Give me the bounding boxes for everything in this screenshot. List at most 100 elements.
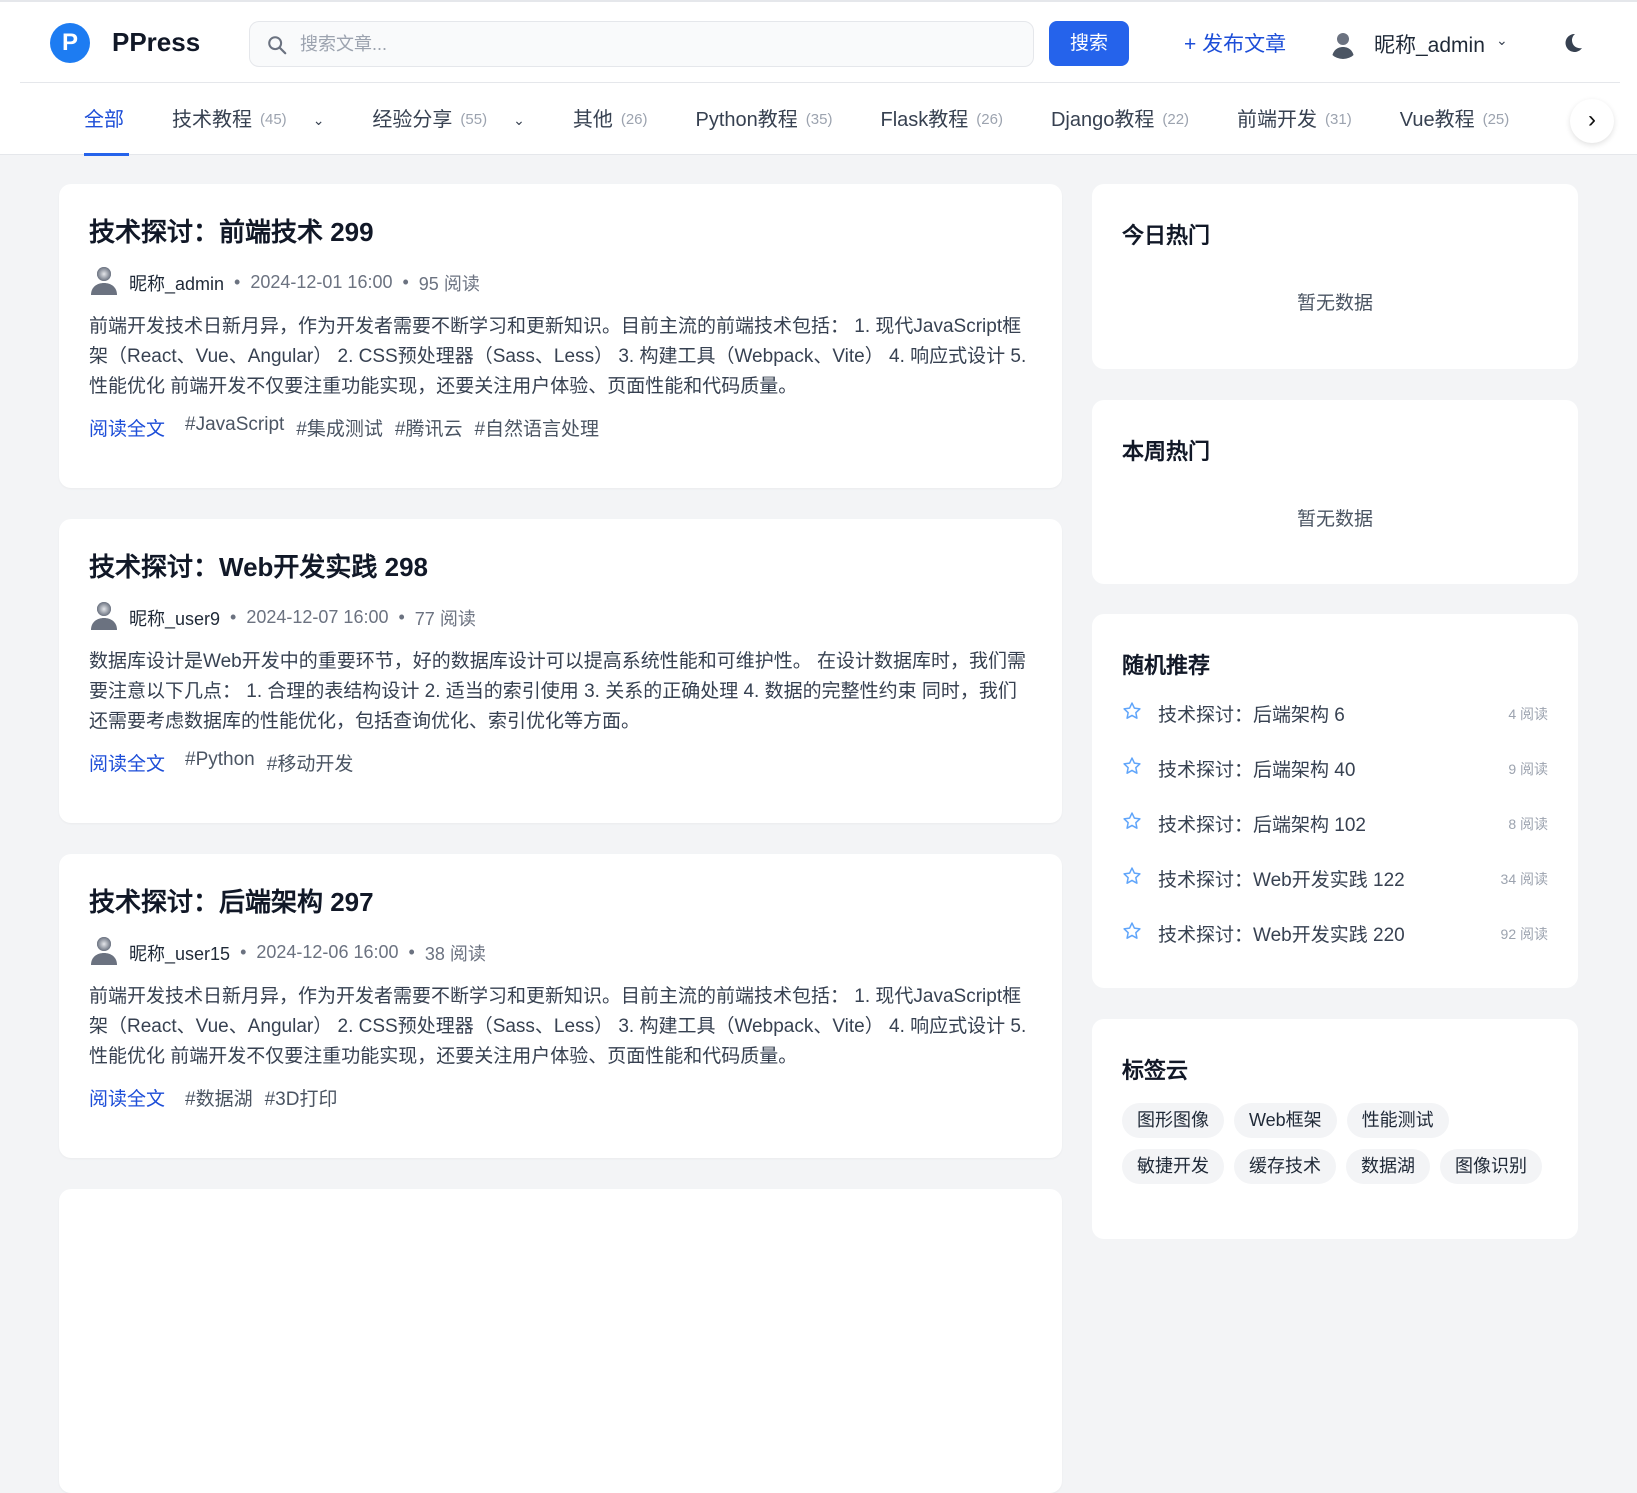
read-more-link[interactable]: 阅读全文 [89,1084,165,1111]
divider [20,82,1620,83]
user-menu[interactable]: 昵称_admin [1374,29,1485,59]
week-hot-card: 本周热门 暂无数据 [1092,400,1578,584]
avatar[interactable] [1327,27,1359,59]
random-item[interactable]: 技术探讨：Web开发实践 12234 阅读 [1122,865,1548,892]
nav-tab[interactable]: 技术教程 (45) ⌄ [172,84,324,156]
nav-tab[interactable]: 经验分享 (55) ⌄ [372,84,524,156]
article-views: 77 阅读 [415,605,476,631]
random-item[interactable]: 技术探讨：后端架构 64 阅读 [1122,700,1548,727]
author-name[interactable]: 昵称_user15 [129,940,230,966]
brand-name[interactable]: PPress [112,27,200,58]
search-button[interactable]: 搜索 [1049,21,1129,66]
chevron-down-icon[interactable]: ⌄ [513,84,525,156]
tag-pill[interactable]: 数据湖 [1346,1149,1430,1184]
nav-tab[interactable]: Vue教程(25) [1400,84,1510,156]
header: P PPress 搜索 + 发布文章 昵称_admin ⌄ 全部技术教程 (45)… [0,0,1637,155]
star-icon [1122,811,1142,837]
random-item-views: 9 阅读 [1508,759,1548,779]
nav-tab-label: 经验分享 [372,84,452,156]
tag-cloud-title: 标签云 [1122,1053,1188,1085]
article-tag[interactable]: #腾讯云 [395,414,463,441]
article-tag[interactable]: #Python [185,749,255,776]
nav-tab[interactable]: Django教程(22) [1051,84,1189,156]
search-icon [266,34,288,56]
read-more-link[interactable]: 阅读全文 [89,749,165,776]
article-views: 95 阅读 [419,270,480,296]
tag-pill[interactable]: 图形图像 [1122,1103,1224,1138]
separator: • [402,272,408,293]
author-name[interactable]: 昵称_admin [129,270,224,296]
article-date: 2024-12-01 16:00 [250,272,392,293]
nav-tab[interactable]: 前端开发 (31) [1237,84,1352,156]
empty-text: 暂无数据 [1092,504,1578,531]
read-more-link[interactable]: 阅读全文 [89,414,165,441]
random-card: 随机推荐 技术探讨：后端架构 64 阅读技术探讨：后端架构 409 阅读技术探讨… [1092,614,1578,988]
random-item-views: 8 阅读 [1508,814,1548,834]
empty-text: 暂无数据 [1092,288,1578,315]
random-item[interactable]: 技术探讨：后端架构 409 阅读 [1122,755,1548,782]
article-tag[interactable]: #集成测试 [296,414,383,441]
chevron-down-icon[interactable]: ⌄ [313,84,325,156]
publish-article-button[interactable]: + 发布文章 [1184,28,1286,58]
article-excerpt: 前端开发技术日新月异，作为开发者需要不断学习和更新知识。目前主流的前端技术包括：… [89,312,1034,402]
article-card: 技术探讨：后端架构 297昵称_user15•2024-12-06 16:00•… [59,854,1062,1158]
author-name[interactable]: 昵称_user9 [129,605,220,631]
nav-tab-count: (26) [621,84,648,156]
nav-tab-label: 前端开发 [1237,84,1317,156]
nav-tab-label: Python教程 [696,84,798,156]
article-card: 技术探讨：前端技术 299 昵称_admin • 2024-12-01 16:00 • 9… [59,184,1062,488]
today-hot-card: 今日热门 暂无数据 [1092,184,1578,369]
random-item-views: 4 阅读 [1508,704,1548,724]
random-item[interactable]: 技术探讨：Web开发实践 22092 阅读 [1122,920,1548,947]
search-input[interactable] [300,22,1000,66]
random-item[interactable]: 技术探讨：后端架构 1028 阅读 [1122,810,1548,837]
separator: • [234,272,240,293]
random-item-views: 34 阅读 [1501,869,1548,889]
chevron-down-icon[interactable]: ⌄ [1496,32,1508,49]
article-tag[interactable]: #自然语言处理 [474,414,599,441]
nav-tab[interactable]: Python教程 (35) [696,84,833,156]
article-meta: 昵称_admin • 2024-12-01 16:00 • 95 阅读 [89,264,480,301]
article-date: 2024-12-06 16:00 [256,942,398,963]
moon-icon[interactable] [1560,31,1584,55]
article-footer: 阅读全文 #Python #移动开发 [89,749,353,776]
tag-cloud-card: 标签云 图形图像 Web框架性能测试敏捷开发缓存技术数据湖图像识别 [1092,1019,1578,1239]
tag-pill[interactable]: Web框架 [1234,1103,1337,1138]
article-card: 技术探讨：Web开发实践 298昵称_user9•2024-12-07 16:0… [59,519,1062,823]
nav-tab[interactable]: 全部 [84,84,124,156]
star-icon [1122,866,1142,892]
article-tag[interactable]: #3D打印 [265,1084,338,1111]
article-title[interactable]: 技术探讨：前端技术 299 [89,212,374,249]
article-title[interactable]: 技术探讨：后端架构 297 [89,882,374,919]
nav-next-button[interactable]: › [1570,99,1614,143]
star-icon [1122,921,1142,947]
article-excerpt: 数据库设计是Web开发中的重要环节，好的数据库设计可以提高系统性能和可维护性。 … [89,647,1034,737]
today-hot-title: 今日热门 [1122,218,1210,250]
tag-pill[interactable]: 图像识别 [1440,1149,1542,1184]
article-views: 38 阅读 [425,940,486,966]
star-icon [1122,701,1142,727]
nav-tab[interactable]: Flask教程(26) [880,84,1002,156]
article-footer: 阅读全文 #数据湖 #3D打印 [89,1084,337,1111]
tag-pill[interactable]: 性能测试 [1347,1103,1449,1138]
random-title: 随机推荐 [1122,648,1210,680]
article-tag[interactable]: #数据湖 [185,1084,253,1111]
nav-tab[interactable]: 其他(26) [573,84,648,156]
nav-tab-count: (35) [806,84,833,156]
article-tag[interactable]: #JavaScript [185,414,284,441]
tag-pill[interactable]: 缓存技术 [1234,1149,1336,1184]
nav-tab-label: 技术教程 [172,84,252,156]
random-item-title: 技术探讨：后端架构 102 [1158,810,1508,837]
nav-tab-count: (22) [1162,84,1189,156]
logo[interactable]: P [50,23,90,63]
article-meta: 昵称_user15•2024-12-06 16:00•38 阅读 [89,934,486,971]
nav-tab-count: (55) [460,84,487,156]
separator: • [409,942,415,963]
article-tag[interactable]: #移动开发 [267,749,354,776]
article-title[interactable]: 技术探讨：Web开发实践 298 [89,547,428,584]
nav-tab-count: (26) [976,84,1003,156]
nav-tab-count: (45) [260,84,287,156]
nav-tab-label: Vue教程 [1400,84,1475,156]
tag-pill[interactable]: 敏捷开发 [1122,1149,1224,1184]
nav-tab-count: (31) [1325,84,1352,156]
